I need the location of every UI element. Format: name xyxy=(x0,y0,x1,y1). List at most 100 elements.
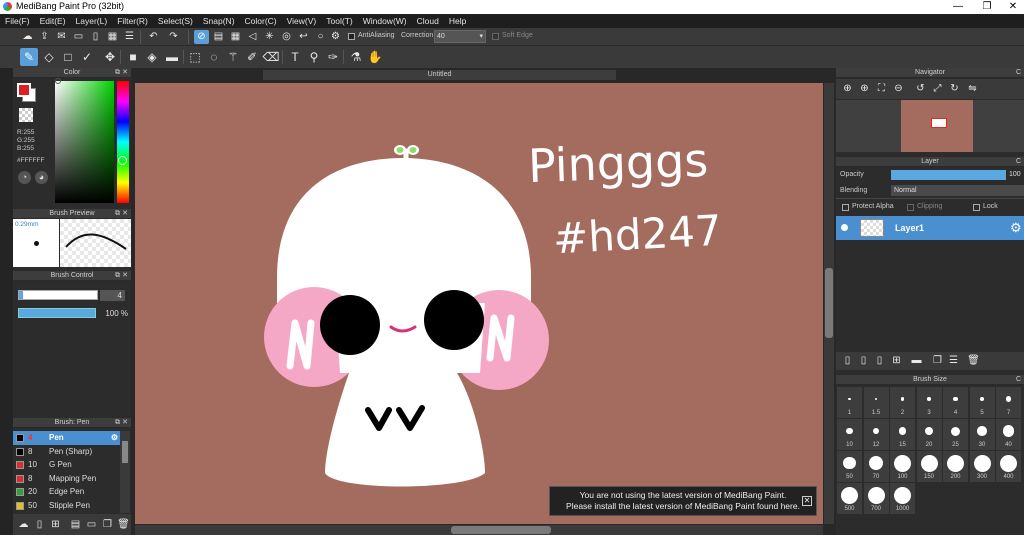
duplicate-layer-icon[interactable]: ❐ xyxy=(930,354,945,368)
update-notice[interactable]: You are not using the latest version of … xyxy=(549,486,817,516)
popout-icon[interactable]: ⧉ xyxy=(115,271,120,281)
hand-tool-icon[interactable]: ✋ xyxy=(366,48,384,66)
brush-size-cell[interactable]: 20 xyxy=(916,419,942,450)
flip-icon[interactable]: ⇋ xyxy=(965,82,980,96)
canvas-hscrollbar[interactable] xyxy=(135,525,823,535)
select-pen-icon[interactable]: ✐ xyxy=(243,48,261,66)
navigator-preview[interactable] xyxy=(836,100,1024,152)
minimize-button[interactable]: — xyxy=(945,0,971,14)
layer-opacity-slider[interactable] xyxy=(891,170,1006,180)
menu-item[interactable]: Tool(T) xyxy=(321,14,357,28)
brush-cloud-icon[interactable]: ☁ xyxy=(16,518,31,532)
zoom-in-alt-icon[interactable]: ⊕ xyxy=(857,82,872,96)
divide-tool-icon[interactable]: ⚲ xyxy=(305,48,323,66)
lock-checkbox[interactable] xyxy=(973,204,980,211)
redo-icon[interactable]: ↷ xyxy=(166,30,181,44)
zoom-in-icon[interactable]: ⊕ xyxy=(840,82,855,96)
brush-list-item[interactable]: 20 Edge Pen xyxy=(13,485,120,499)
sv-cursor[interactable] xyxy=(55,78,61,84)
grid-page-icon[interactable]: ▦ xyxy=(105,30,120,44)
blending-select[interactable]: Normal xyxy=(891,185,1024,196)
color-history-icon[interactable]: ◕ xyxy=(35,171,48,184)
brush-size-cell[interactable]: 70 xyxy=(863,451,889,482)
canvas-tab[interactable]: Untitled xyxy=(263,70,616,80)
popout-icon[interactable]: ⧉ xyxy=(115,68,120,78)
brush-size-cell[interactable]: 12 xyxy=(863,419,889,450)
notice-close-icon[interactable]: ✕ xyxy=(802,496,812,506)
hue-cursor[interactable] xyxy=(118,156,127,165)
list-icon[interactable]: ☰ xyxy=(122,30,137,44)
clipping-checkbox[interactable] xyxy=(907,204,914,211)
brush-opacity-slider[interactable] xyxy=(18,308,96,318)
new-layer-icon[interactable]: ▯ xyxy=(840,354,855,368)
snap-circle-icon[interactable]: ○ xyxy=(313,30,328,44)
close-icon[interactable]: C xyxy=(1016,68,1021,78)
layer-row[interactable]: Layer1 ⚙ xyxy=(836,216,1024,240)
menu-item[interactable]: File(F) xyxy=(0,14,35,28)
chat-icon[interactable]: ✉ xyxy=(54,30,69,44)
brush-list-item[interactable]: 8 Pen (Sharp) xyxy=(13,445,120,459)
snap-perspective-icon[interactable]: ◁ xyxy=(245,30,260,44)
close-icon[interactable]: ✕ xyxy=(122,68,128,78)
brush-size-cell[interactable]: 1000 xyxy=(890,483,915,514)
undo-icon[interactable]: ↶ xyxy=(146,30,161,44)
antialiasing-checkbox[interactable] xyxy=(348,33,355,40)
brush-size-cell[interactable]: 200 xyxy=(943,451,968,482)
menu-item[interactable]: Layer(L) xyxy=(71,14,113,28)
close-icon[interactable]: C xyxy=(1016,157,1021,167)
menu-item[interactable]: Edit(E) xyxy=(35,14,71,28)
popout-icon[interactable]: ⧉ xyxy=(115,209,120,219)
brush-size-cell[interactable]: 50 xyxy=(837,451,862,482)
brush-list-item[interactable]: 4 Pen ⚙ xyxy=(13,431,120,445)
maximize-button[interactable]: ❐ xyxy=(974,0,1000,14)
cloud-icon[interactable]: ☁ xyxy=(20,30,35,44)
new-layer-alt-icon[interactable]: ▯ xyxy=(856,354,871,368)
vscroll-thumb[interactable] xyxy=(825,268,833,338)
comment-icon[interactable]: ▭ xyxy=(71,30,86,44)
brush-list-item[interactable]: 50 Stipple Pen xyxy=(13,499,120,513)
menu-item[interactable]: Help xyxy=(444,14,471,28)
brush-delete-icon[interactable]: 🗑 xyxy=(116,518,131,532)
add-brush-menu-icon[interactable]: ⊞ xyxy=(48,518,63,532)
bucket-tool-icon[interactable]: ◈ xyxy=(143,48,161,66)
protect-alpha-checkbox[interactable] xyxy=(842,204,849,211)
brush-size-cell[interactable]: 30 xyxy=(969,419,995,450)
brush-list-item[interactable]: 10 G Pen xyxy=(13,458,120,472)
brush-size-cell[interactable]: 7 xyxy=(996,387,1021,418)
saturation-value-picker[interactable] xyxy=(55,78,114,203)
snap-parallel-icon[interactable]: ▤ xyxy=(211,30,226,44)
navigator-viewport[interactable] xyxy=(931,118,947,128)
rotate-right-icon[interactable]: ↻ xyxy=(947,82,962,96)
text-tool-icon[interactable]: T xyxy=(286,48,304,66)
popout-icon[interactable]: ⧉ xyxy=(115,418,120,428)
cloud-upload-icon[interactable]: ⇪ xyxy=(37,30,52,44)
menu-item[interactable]: Color(C) xyxy=(240,14,282,28)
snap-settings-icon[interactable]: ⚙ xyxy=(328,30,343,44)
select-eraser-icon[interactable]: ⌫ xyxy=(262,48,280,66)
brush-size-cell[interactable]: 40 xyxy=(996,419,1021,450)
operation-tool-icon[interactable]: ✑ xyxy=(324,48,342,66)
brush-folder-icon[interactable]: ▭ xyxy=(84,518,99,532)
brush-size-cell[interactable]: 2 xyxy=(890,387,915,418)
snap-curve-icon[interactable]: ↩ xyxy=(296,30,311,44)
correction-select[interactable]: 40 ▾ xyxy=(434,30,486,43)
menu-item[interactable]: Cloud xyxy=(412,14,444,28)
hscroll-thumb[interactable] xyxy=(451,526,551,534)
close-button[interactable]: ✕ xyxy=(1000,0,1024,14)
brush-list-item[interactable]: 8 Mapping Pen xyxy=(13,472,120,486)
snap-grid-icon[interactable]: ▦ xyxy=(228,30,243,44)
menu-item[interactable]: Window(W) xyxy=(358,14,412,28)
dot-tool-icon[interactable]: □ xyxy=(59,48,77,66)
delete-layer-icon[interactable]: 🗑 xyxy=(966,354,981,368)
drawing-canvas[interactable]: Pingggs #hd247 xyxy=(135,83,823,524)
palette-icon[interactable]: ◔ xyxy=(18,171,31,184)
menu-item[interactable]: View(V) xyxy=(282,14,322,28)
close-icon[interactable]: ✕ xyxy=(122,271,128,281)
transparent-swatch[interactable] xyxy=(19,108,33,122)
brush-list-scrollbar[interactable] xyxy=(120,431,130,513)
brush-size-cell[interactable]: 700 xyxy=(863,483,889,514)
layer-folder-icon[interactable]: ▬ xyxy=(909,354,924,368)
brush-size-slider[interactable] xyxy=(18,290,98,300)
snap-radial-icon[interactable]: ✳ xyxy=(262,30,277,44)
brush-size-value[interactable]: 4 xyxy=(100,290,125,301)
